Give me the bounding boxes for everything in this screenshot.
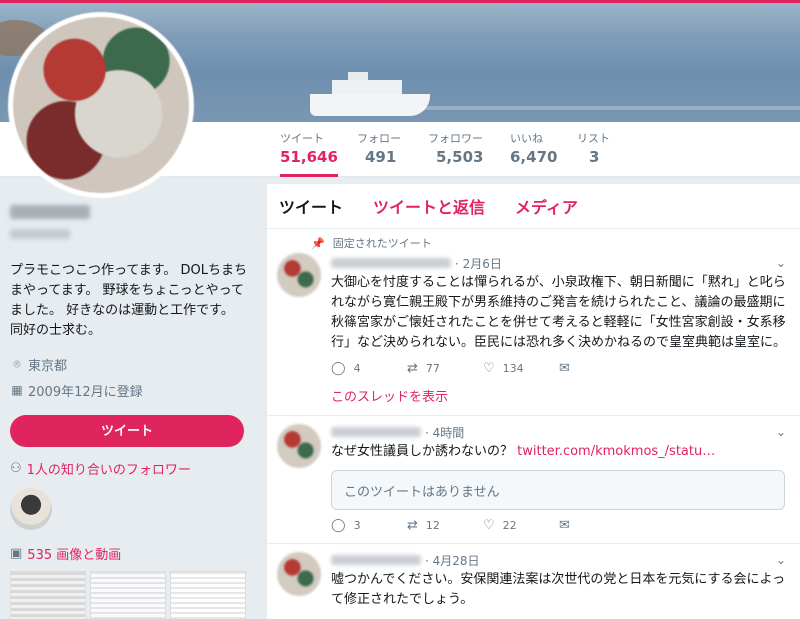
chevron-down-icon[interactable]: ⌄ (776, 256, 786, 270)
media-thumbnail[interactable] (90, 571, 166, 619)
profile-card: プラモこつこつ作ってます。 DOLちまちまやってます。 野球をちょこっとやってま… (10, 205, 250, 619)
tweet-text: 嘘つかんでください。安保関連法案は次世代の党と日本を元気にする会によって修正され… (331, 572, 786, 607)
reply-count: 3 (353, 519, 361, 532)
like-count: 134 (502, 362, 524, 375)
stat-value: 491 (365, 148, 397, 166)
tweet-link[interactable]: twitter.com/kmokmos_/statu… (517, 444, 715, 459)
tweet-date[interactable]: · 4月28日 (425, 552, 480, 569)
stat-label: リスト (577, 132, 610, 145)
reply-icon: ◯ (331, 518, 346, 533)
stat-likes[interactable]: いいね 6,470 (510, 130, 557, 166)
tweet-header: · 4時間 ⌄ (331, 422, 788, 442)
author-name-blurred[interactable] (331, 427, 421, 437)
tweet-to-button[interactable]: ツイート (10, 415, 244, 447)
tab-tweets-replies[interactable]: ツイートと返信 (373, 194, 485, 218)
tweet-text-body: なぜ女性議員しか誘わないの？ (331, 444, 518, 459)
heart-icon: ♡ (483, 518, 495, 533)
tweet-avatar[interactable] (277, 253, 321, 297)
tweet[interactable]: · 4時間 ⌄ なぜ女性議員しか誘わないの？ twitter.com/kmokm… (267, 416, 800, 544)
tweet-avatar[interactable] (277, 424, 321, 468)
media-thumbnail[interactable] (170, 571, 246, 619)
heart-icon: ♡ (483, 361, 495, 376)
tweet-actions: ◯ 4 ⇄ 77 ♡ 134 ✉ (331, 361, 788, 376)
stat-label: フォロワー (428, 132, 483, 145)
accent-line (0, 0, 800, 3)
person-icon: ⚇ (10, 461, 22, 476)
display-name-blurred (10, 205, 90, 219)
media-thumbnails (10, 571, 250, 619)
calendar-icon: ▦ (11, 383, 23, 397)
stat-label: いいね (510, 132, 543, 145)
envelope-icon: ✉ (559, 361, 570, 376)
media-link[interactable]: ▣ 535 画像と動画 (10, 544, 250, 563)
reply-count: 4 (353, 362, 361, 375)
tweet-avatar[interactable] (277, 552, 321, 596)
tweet-actions: ◯ 3 ⇄ 12 ♡ 22 ✉ (331, 518, 788, 533)
reply-button[interactable]: ◯ 3 (331, 518, 407, 533)
tweet-date[interactable]: · 4時間 (425, 424, 464, 441)
show-thread-link[interactable]: このスレッドを表示 (331, 386, 788, 405)
tab-tweets[interactable]: ツイート (279, 194, 343, 218)
stat-value: 6,470 (510, 148, 558, 166)
dm-button[interactable]: ✉ (559, 518, 635, 533)
chevron-down-icon[interactable]: ⌄ (776, 553, 786, 567)
chevron-down-icon[interactable]: ⌄ (776, 425, 786, 439)
stat-tweets[interactable]: ツイート 51,646 (280, 130, 338, 177)
quoted-tweet-unavailable: このツイートはありません (331, 470, 785, 510)
retweet-button[interactable]: ⇄ 12 (407, 518, 483, 533)
reply-button[interactable]: ◯ 4 (331, 361, 407, 376)
mutual-followers-link[interactable]: ⚇ 1人の知り合いのフォロワー (10, 459, 250, 478)
stat-value: 3 (589, 148, 600, 166)
tweet-header: · 2月6日 ⌄ (331, 253, 788, 273)
tweet[interactable]: · 4月28日 ⌄ 嘘つかんでください。安保関連法案は次世代の党と日本を元気にす… (267, 544, 800, 619)
timeline: ツイート ツイートと返信 メディア 📌 固定されたツイート · 2月6日 ⌄ 大… (267, 184, 800, 619)
author-name-blurred[interactable] (331, 258, 451, 268)
retweet-count: 12 (425, 519, 440, 532)
envelope-icon: ✉ (559, 518, 570, 533)
joined-text: 2009年12月に登録 (28, 384, 143, 400)
profile-location: ⌾ 東京都 (10, 353, 250, 375)
stat-label: ツイート (280, 132, 324, 145)
media-thumbnail[interactable] (10, 571, 86, 619)
pin-icon: 📌 (311, 236, 325, 250)
profile-bio: プラモこつこつ作ってます。 DOLちまちまやってます。 野球をちょこっとやってま… (10, 263, 248, 338)
stat-value: 5,503 (436, 148, 484, 166)
tweet-header: · 4月28日 ⌄ (331, 550, 788, 570)
pinned-label: 固定されたツイート (332, 237, 432, 250)
stat-followers[interactable]: フォロワー 5,503 (428, 130, 483, 166)
tab-media[interactable]: メディア (515, 194, 578, 218)
reply-icon: ◯ (331, 361, 346, 376)
tweet-date[interactable]: · 2月6日 (455, 255, 502, 272)
dm-button[interactable]: ✉ (559, 361, 635, 376)
banner-wake (420, 106, 800, 110)
pinned-indicator: 📌 固定されたツイート (311, 235, 788, 251)
profile-avatar[interactable] (8, 12, 194, 198)
retweet-icon: ⇄ (407, 518, 418, 533)
tweet[interactable]: 📌 固定されたツイート · 2月6日 ⌄ 大御心を忖度することは憚られるが、小泉… (267, 229, 800, 416)
profile-joined: ▦ 2009年12月に登録 (10, 379, 250, 401)
media-link-text: 535 画像と動画 (27, 548, 122, 563)
retweet-count: 77 (425, 362, 440, 375)
tweet-text: なぜ女性議員しか誘わないの？ twitter.com/kmokmos_/stat… (331, 442, 788, 462)
stat-label: フォロー (357, 132, 401, 145)
stat-following[interactable]: フォロー 491 (357, 130, 401, 166)
stat-value: 51,646 (280, 148, 338, 166)
mutual-follower-avatar[interactable] (10, 488, 52, 530)
stat-lists[interactable]: リスト 3 (577, 130, 610, 166)
map-pin-icon: ⌾ (13, 357, 21, 371)
like-button[interactable]: ♡ 134 (483, 361, 559, 376)
tweet-text: 大御心を忖度することは憚られるが、小泉政権下、朝日新聞に「黙れ」と叱られながら寛… (331, 275, 787, 350)
retweet-button[interactable]: ⇄ 77 (407, 361, 483, 376)
like-count: 22 (502, 519, 517, 532)
like-button[interactable]: ♡ 22 (483, 518, 559, 533)
timeline-tabs: ツイート ツイートと返信 メディア (267, 184, 800, 229)
retweet-icon: ⇄ (407, 361, 418, 376)
banner-ship (310, 68, 430, 116)
image-icon: ▣ (10, 546, 23, 561)
location-text: 東京都 (28, 358, 68, 374)
handle-blurred (10, 229, 70, 239)
author-name-blurred[interactable] (331, 555, 421, 565)
mutual-followers-text: 1人の知り合いのフォロワー (26, 463, 191, 478)
